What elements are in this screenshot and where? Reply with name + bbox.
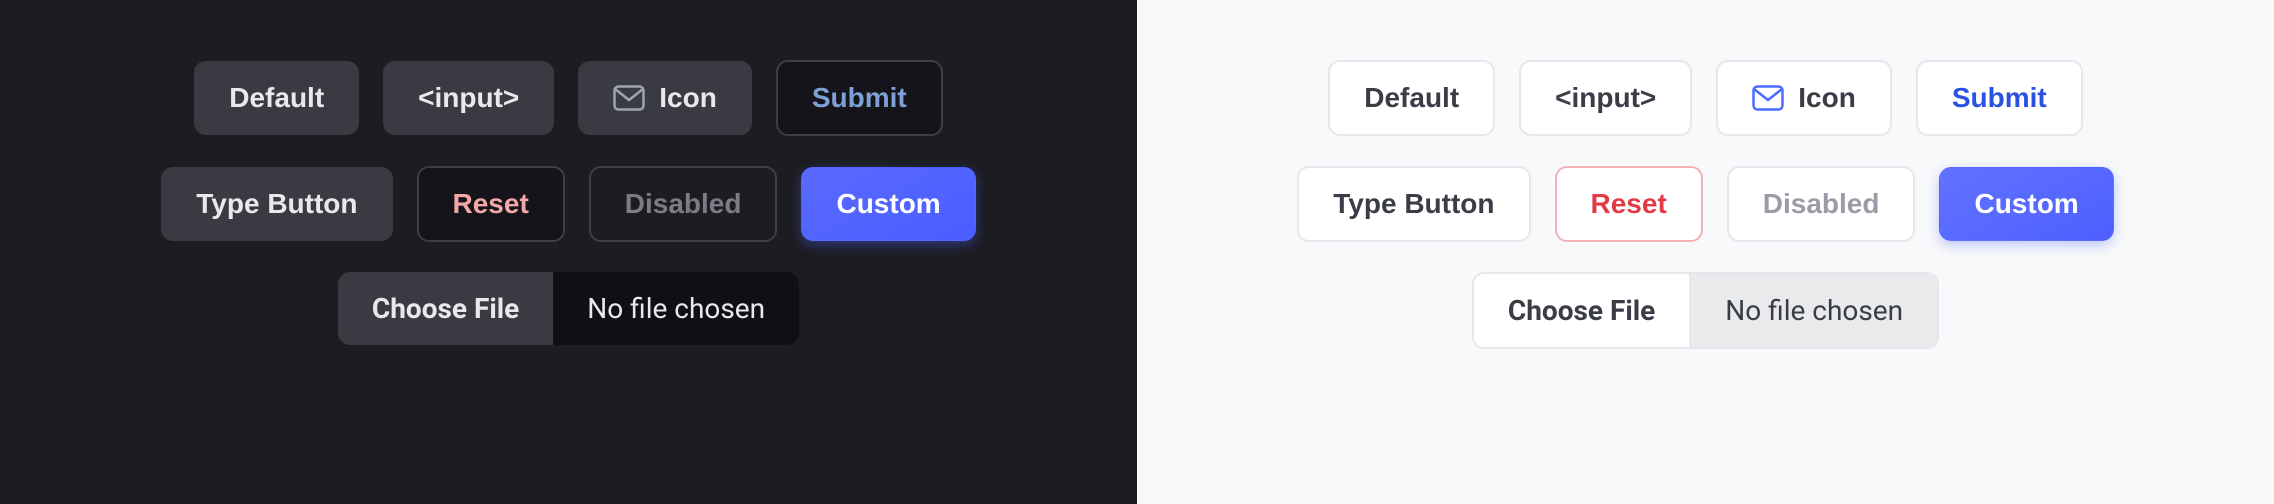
reset-button[interactable]: Reset xyxy=(417,166,565,242)
icon-button[interactable]: Icon xyxy=(578,61,752,135)
light-row-3: Choose File No file chosen xyxy=(1472,272,1939,349)
dark-row-1: Default <input> Icon Submit xyxy=(194,60,942,136)
default-button[interactable]: Default xyxy=(194,61,359,135)
custom-button[interactable]: Custom xyxy=(801,167,975,241)
light-row-1: Default <input> Icon Submit xyxy=(1328,60,2082,136)
submit-button[interactable]: Submit xyxy=(1916,60,2083,136)
dark-row-3: Choose File No file chosen xyxy=(338,272,799,345)
choose-file-button[interactable]: Choose File xyxy=(338,272,553,345)
file-input[interactable]: Choose File No file chosen xyxy=(1472,272,1939,349)
submit-button[interactable]: Submit xyxy=(776,60,943,136)
icon-button-label: Icon xyxy=(659,82,717,114)
type-button[interactable]: Type Button xyxy=(1297,166,1530,242)
file-status: No file chosen xyxy=(1691,274,1937,347)
default-button[interactable]: Default xyxy=(1328,60,1495,136)
input-button[interactable]: <input> xyxy=(383,61,554,135)
dark-panel: Default <input> Icon Submit Type Button … xyxy=(0,0,1137,504)
file-input[interactable]: Choose File No file chosen xyxy=(338,272,799,345)
reset-button[interactable]: Reset xyxy=(1555,166,1703,242)
dark-row-2: Type Button Reset Disabled Custom xyxy=(161,166,975,242)
file-status: No file chosen xyxy=(553,272,799,345)
custom-button[interactable]: Custom xyxy=(1939,167,2113,241)
icon-button[interactable]: Icon xyxy=(1716,60,1892,136)
icon-button-label: Icon xyxy=(1798,82,1856,114)
input-button[interactable]: <input> xyxy=(1519,60,1692,136)
disabled-button: Disabled xyxy=(589,166,778,242)
disabled-button: Disabled xyxy=(1727,166,1916,242)
choose-file-button[interactable]: Choose File xyxy=(1474,274,1691,347)
mail-icon xyxy=(1752,85,1784,111)
light-row-2: Type Button Reset Disabled Custom xyxy=(1297,166,2113,242)
light-panel: Default <input> Icon Submit Type Button … xyxy=(1137,0,2274,504)
mail-icon xyxy=(613,85,645,111)
type-button[interactable]: Type Button xyxy=(161,167,392,241)
